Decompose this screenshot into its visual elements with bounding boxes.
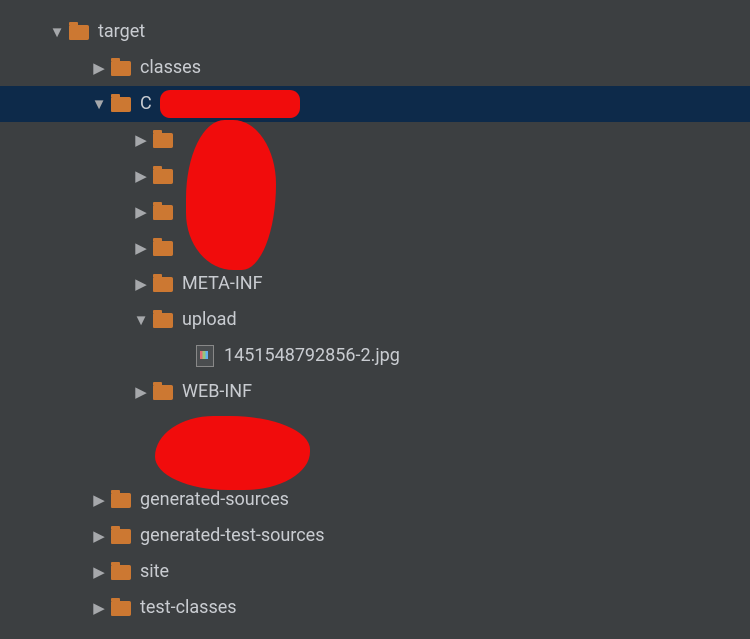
tree-row-test-classes[interactable]: ▶ test-classes	[0, 590, 750, 626]
tree-row-redacted-child[interactable]: ▶	[0, 410, 750, 446]
folder-icon	[68, 21, 90, 43]
tree-row-generated-test-sources[interactable]: ▶ generated-test-sources	[0, 518, 750, 554]
folder-icon	[152, 237, 174, 259]
folder-icon	[152, 309, 174, 331]
chevron-right-icon[interactable]: ▶	[130, 274, 152, 295]
chevron-right-icon[interactable]: ▶	[130, 238, 152, 259]
tree-row-redacted-child[interactable]: ▶	[0, 122, 750, 158]
tree-label: classes	[140, 55, 201, 80]
chevron-right-icon[interactable]: ▶	[88, 58, 110, 79]
chevron-right-icon[interactable]: ▶	[88, 562, 110, 583]
chevron-right-icon[interactable]: ▶	[88, 526, 110, 547]
tree-label: target	[98, 19, 145, 44]
tree-label: C	[140, 91, 152, 116]
tree-row-redacted-child[interactable]: ▶	[0, 158, 750, 194]
tree-label: WEB-INF	[182, 379, 252, 404]
chevron-down-icon[interactable]: ▼	[88, 94, 110, 115]
tree-label: META-INF	[182, 271, 263, 296]
tree-row-target[interactable]: ▼ target	[0, 14, 750, 50]
tree-row-redacted-child[interactable]: ▶	[0, 230, 750, 266]
folder-icon	[110, 489, 132, 511]
tree-row-generated-sources[interactable]: ▶ generated-sources	[0, 482, 750, 518]
chevron-right-icon[interactable]: ▶	[130, 166, 152, 187]
folder-icon	[152, 165, 174, 187]
folder-icon	[152, 381, 174, 403]
tree-row-classes[interactable]: ▶ classes	[0, 50, 750, 86]
folder-icon	[152, 273, 174, 295]
tree-label: upload	[182, 307, 237, 332]
tree-row-metainf[interactable]: ▶ META-INF	[0, 266, 750, 302]
project-tree: ▼ target ▶ classes ▼ C ▶ ▶ ▶ ▶	[0, 0, 750, 626]
folder-icon	[152, 129, 174, 151]
tree-row-upload[interactable]: ▼ upload	[0, 302, 750, 338]
folder-icon	[110, 57, 132, 79]
chevron-right-icon[interactable]: ▶	[88, 598, 110, 619]
chevron-right-icon[interactable]: ▶	[130, 382, 152, 403]
tree-row-site[interactable]: ▶ site	[0, 554, 750, 590]
folder-icon	[152, 201, 174, 223]
tree-label: test-classes	[140, 595, 237, 620]
tree-row-redacted-child[interactable]: ▶	[0, 194, 750, 230]
chevron-right-icon[interactable]: ▶	[130, 130, 152, 151]
image-file-icon	[194, 345, 216, 367]
tree-row-webinf[interactable]: ▶ WEB-INF	[0, 374, 750, 410]
chevron-right-icon[interactable]: ▶	[88, 490, 110, 511]
folder-icon	[110, 597, 132, 619]
chevron-down-icon[interactable]: ▼	[130, 310, 152, 331]
chevron-down-icon[interactable]: ▼	[46, 22, 68, 43]
tree-label: 1451548792856-2.jpg	[224, 343, 400, 368]
tree-label: generated-test-sources	[140, 523, 325, 548]
folder-icon	[110, 561, 132, 583]
chevron-right-icon[interactable]: ▶	[130, 202, 152, 223]
tree-row-redacted-selected[interactable]: ▼ C	[0, 86, 750, 122]
folder-icon	[110, 525, 132, 547]
folder-icon	[110, 93, 132, 115]
tree-row-redacted-child[interactable]: ▶	[0, 446, 750, 482]
tree-label: site	[140, 559, 169, 584]
tree-label: generated-sources	[140, 487, 289, 512]
tree-row-file-image[interactable]: ▶ 1451548792856-2.jpg	[0, 338, 750, 374]
